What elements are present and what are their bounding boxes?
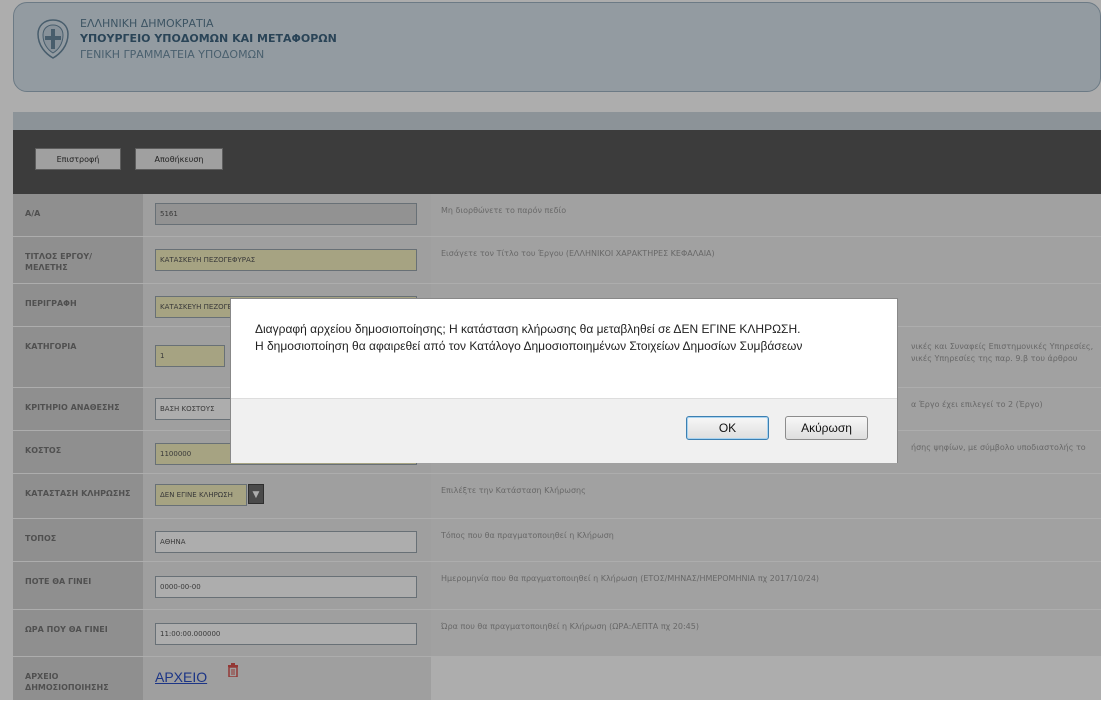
dialog-message-line-2: Η δημοσιοποίηση θα αφαιρεθεί από τον Κατ… [255, 339, 803, 353]
ok-button[interactable]: OK [686, 416, 769, 440]
confirm-dialog: Διαγραφή αρχείου δημοσιοποίησης; Η κατάσ… [230, 298, 898, 463]
cancel-button[interactable]: Ακύρωση [785, 416, 868, 440]
dialog-message-line-1: Διαγραφή αρχείου δημοσιοποίησης; Η κατάσ… [255, 322, 801, 336]
dialog-footer: OK Ακύρωση [231, 398, 897, 463]
